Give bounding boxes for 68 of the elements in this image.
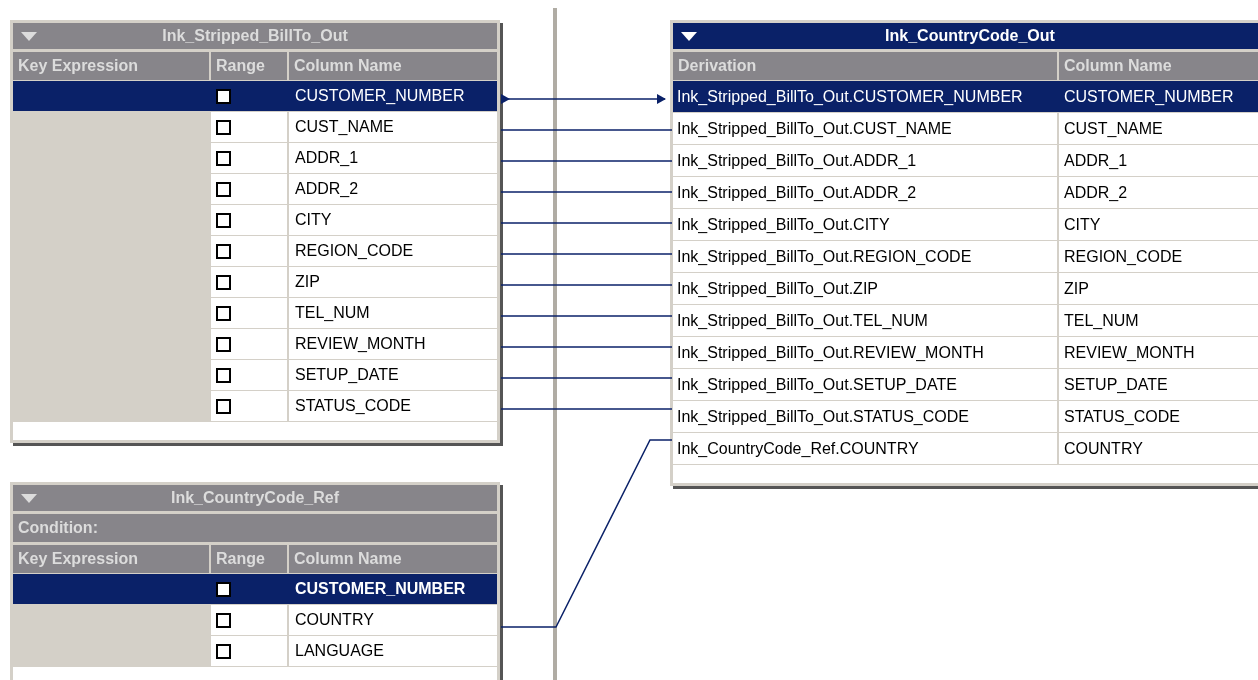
range-checkbox[interactable] xyxy=(216,612,231,628)
column-name: TEL_NUM xyxy=(1064,310,1139,331)
column-name: ZIP xyxy=(1064,278,1089,299)
range-checkbox[interactable] xyxy=(216,274,231,290)
column-name: COUNTRY xyxy=(1064,438,1143,459)
table-row[interactable]: Ink_Stripped_BillTo_Out.STATUS_CODE STATUS_CODE xyxy=(673,401,1258,432)
collapse-icon[interactable] xyxy=(681,32,697,41)
column-name: STATUS_CODE xyxy=(1064,406,1180,427)
derivation-text: Ink_Stripped_BillTo_Out.REGION_CODE xyxy=(677,246,972,267)
table-row[interactable]: Ink_Stripped_BillTo_Out.SETUP_DATE SETUP_DATE xyxy=(673,369,1258,400)
derivation-text: Ink_Stripped_BillTo_Out.ADDR_1 xyxy=(677,150,917,171)
table-row[interactable]: Ink_CountryCode_Ref.COUNTRY COUNTRY xyxy=(673,433,1258,464)
range-checkbox[interactable] xyxy=(216,243,231,259)
range-checkbox[interactable] xyxy=(216,367,231,383)
column-name: TEL_NUM xyxy=(295,303,370,323)
column-name: ADDR_1 xyxy=(295,148,359,168)
table-row[interactable]: Ink_Stripped_BillTo_Out.ADDR_2 ADDR_2 xyxy=(673,177,1258,208)
table-row[interactable]: Ink_Stripped_BillTo_Out.TEL_NUM TEL_NUM xyxy=(673,305,1258,336)
range-checkbox[interactable] xyxy=(216,150,231,166)
column-name: CITY xyxy=(295,210,332,230)
table-row[interactable]: Ink_Stripped_BillTo_Out.REVIEW_MONTH REVIEW_MONTH xyxy=(673,337,1258,368)
range-checkbox[interactable] xyxy=(216,305,231,321)
table-row[interactable]: Ink_Stripped_BillTo_Out.CUSTOMER_NUMBER CUSTOMER_NUMBER xyxy=(673,81,1258,112)
condition-label: Condition: xyxy=(18,518,98,538)
range-checkbox[interactable] xyxy=(216,212,231,228)
table-row[interactable]: Ink_Stripped_BillTo_Out.ZIP ZIP xyxy=(673,273,1258,304)
column-name: REGION_CODE xyxy=(295,241,414,261)
column-name: CUSTOMER_NUMBER xyxy=(1064,86,1234,107)
column-name: ADDR_1 xyxy=(1064,150,1128,171)
column-name: COUNTRY xyxy=(295,610,374,630)
range-checkbox[interactable] xyxy=(216,119,231,135)
column-name: STATUS_CODE xyxy=(295,396,411,416)
column-name: SETUP_DATE xyxy=(1064,374,1168,395)
column-name: REGION_CODE xyxy=(1064,246,1183,267)
derivation-text: Ink_Stripped_BillTo_Out.SETUP_DATE xyxy=(677,374,957,395)
table-row[interactable]: Ink_Stripped_BillTo_Out.ADDR_1 ADDR_1 xyxy=(673,145,1258,176)
column-name: CITY xyxy=(1064,214,1101,235)
column-name: CUSTOMER_NUMBER xyxy=(295,86,465,106)
column-name: ADDR_2 xyxy=(1064,182,1128,203)
range-checkbox[interactable] xyxy=(216,181,231,197)
derivation-text: Ink_Stripped_BillTo_Out.CITY xyxy=(677,214,890,235)
column-name: REVIEW_MONTH xyxy=(295,334,426,354)
column-name: REVIEW_MONTH xyxy=(1064,342,1195,363)
range-checkbox[interactable] xyxy=(216,581,231,597)
table-row[interactable]: Ink_Stripped_BillTo_Out.CUST_NAME CUST_NAME xyxy=(673,113,1258,144)
derivation-text: Ink_Stripped_BillTo_Out.TEL_NUM xyxy=(677,310,928,331)
table-row[interactable]: Ink_Stripped_BillTo_Out.CITY CITY xyxy=(673,209,1258,240)
derivation-text: Ink_Stripped_BillTo_Out.CUSTOMER_NUMBER xyxy=(677,86,1023,107)
derivation-text: Ink_CountryCode_Ref.COUNTRY xyxy=(677,438,919,459)
range-checkbox[interactable] xyxy=(216,88,231,104)
range-checkbox[interactable] xyxy=(216,398,231,414)
column-name: CUST_NAME xyxy=(1064,118,1163,139)
range-checkbox[interactable] xyxy=(216,336,231,352)
column-name: SETUP_DATE xyxy=(295,365,399,385)
column-name: ADDR_2 xyxy=(295,179,359,199)
table-row[interactable]: Ink_Stripped_BillTo_Out.REGION_CODE REGION_CODE xyxy=(673,241,1258,272)
derivation-text: Ink_Stripped_BillTo_Out.STATUS_CODE xyxy=(677,406,969,427)
column-name: CUSTOMER_NUMBER xyxy=(295,579,466,599)
splitter-bar[interactable] xyxy=(553,8,557,680)
panel-title-bar[interactable]: Ink_CountryCode_Out xyxy=(673,23,1258,49)
column-name: CUST_NAME xyxy=(295,117,394,137)
derivation-text: Ink_Stripped_BillTo_Out.ADDR_2 xyxy=(677,182,917,203)
column-name: ZIP xyxy=(295,272,320,292)
derivation-text: Ink_Stripped_BillTo_Out.ZIP xyxy=(677,278,878,299)
column-name: LANGUAGE xyxy=(295,641,384,661)
range-checkbox[interactable] xyxy=(216,643,231,659)
derivation-text: Ink_Stripped_BillTo_Out.REVIEW_MONTH xyxy=(677,342,984,363)
derivation-text: Ink_Stripped_BillTo_Out.CUST_NAME xyxy=(677,118,952,139)
